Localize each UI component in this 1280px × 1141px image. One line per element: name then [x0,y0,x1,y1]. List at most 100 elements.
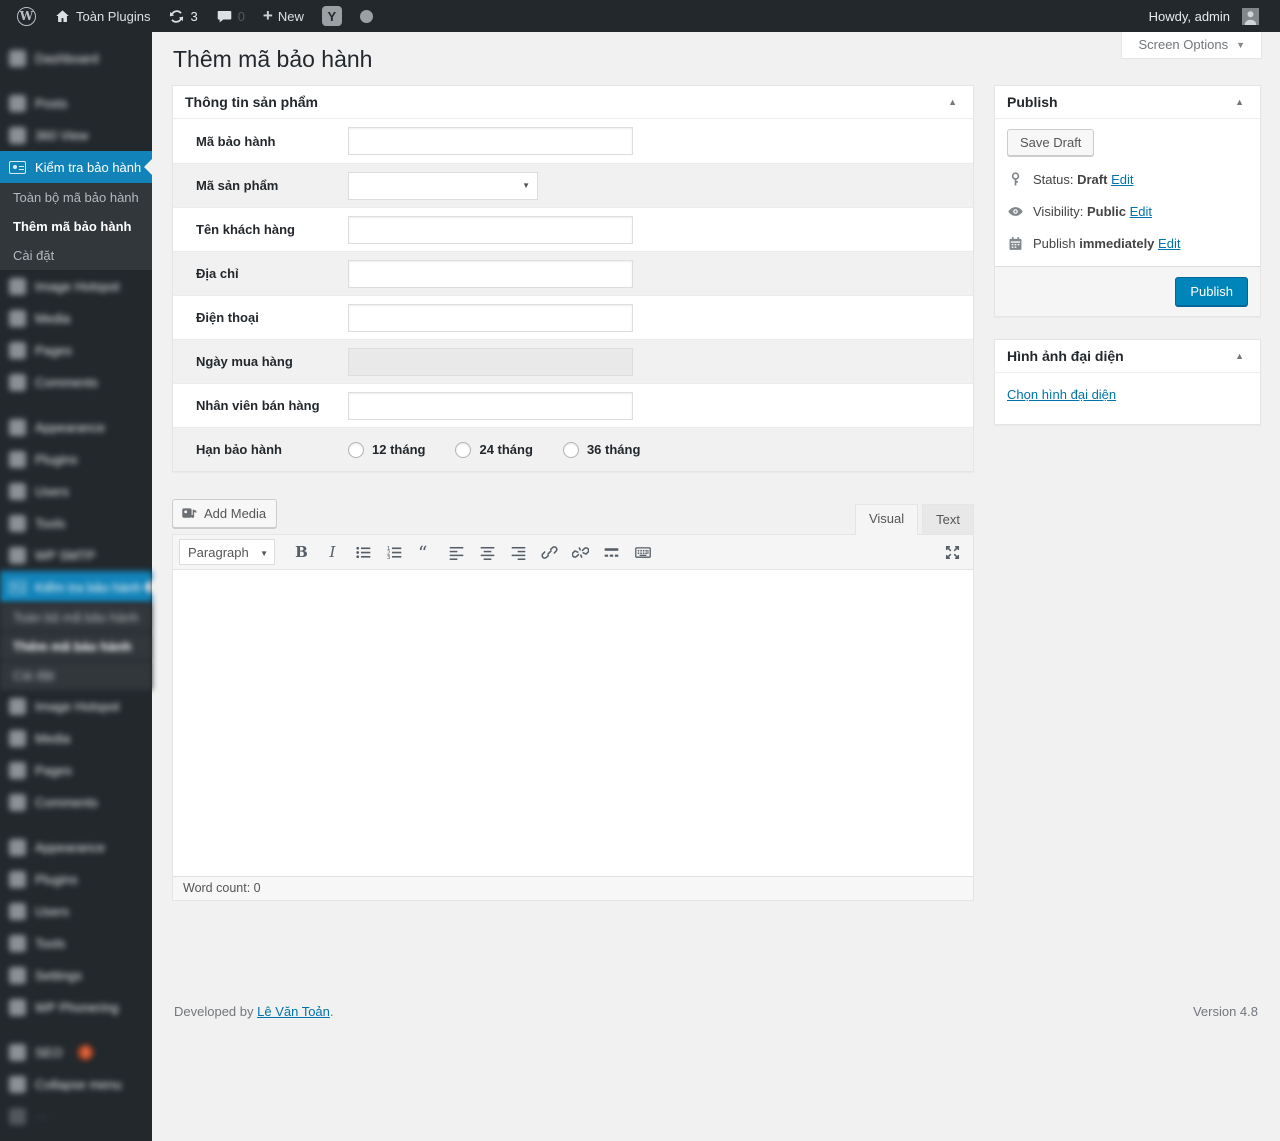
sidebar: Dashboard Posts 360 View Kiểm tra bảo hà… [0,32,152,1141]
updates-menu[interactable]: 3 [159,0,206,32]
sidebar-item[interactable]: Toàn bộ mã bảo hành [0,183,152,212]
read-more-tag-button[interactable] [597,539,626,565]
bullet-list-button[interactable] [349,539,378,565]
customer-name-input[interactable] [348,216,633,244]
notification-dot-menu[interactable] [351,0,382,32]
sidebar-item-label: Tools [35,516,65,531]
sidebar-item[interactable]: Plugins [0,863,152,895]
sidebar-item[interactable]: Kiểm tra bảo hành [0,571,152,603]
radio-icon [563,442,579,458]
sidebar-item[interactable]: Plugins [0,443,152,475]
align-right-button[interactable] [504,539,533,565]
sidebar-item-label: Comments [35,795,98,810]
warranty-code-input[interactable] [348,127,633,155]
toolbar-toggle-button[interactable] [628,539,657,565]
sidebar-item[interactable]: Thêm mã bảo hành [0,212,152,241]
sidebar-item[interactable]: Users [0,475,152,507]
tab-visual[interactable]: Visual [855,504,918,535]
tab-text[interactable]: Text [922,504,974,534]
collapse-toggle-button[interactable]: ▲ [944,95,961,109]
publish-button[interactable]: Publish [1175,277,1248,306]
yoast-seo-menu[interactable]: Y [313,0,351,32]
wordpress-logo-menu[interactable]: W [8,0,45,32]
choose-featured-image-link[interactable]: Chọn hình đại diện [1007,387,1116,402]
svg-text:“: “ [418,544,428,561]
sidebar-item-label: Tools [35,936,65,951]
sidebar-item[interactable]: Media [0,722,152,754]
editor-content-area[interactable] [173,570,973,876]
sidebar-item-label: Kiểm tra bảo hành [35,580,141,595]
save-draft-button[interactable]: Save Draft [1007,129,1094,156]
collapse-toggle-button[interactable]: ▲ [1231,95,1248,109]
collapse-toggle-button[interactable]: ▲ [1231,349,1248,363]
sidebar-item[interactable]: WP SMTP [0,539,152,571]
edit-visibility-link[interactable]: Edit [1130,204,1152,219]
sidebar-item-label: ··· [35,1109,48,1124]
sidebar-item-label: Comments [35,375,98,390]
email-icon [9,547,26,564]
sidebar-item[interactable]: Users [0,895,152,927]
sidebar-item[interactable]: Comments [0,366,152,398]
purchase-date-input[interactable] [348,348,633,376]
align-center-button[interactable] [473,539,502,565]
sidebar-item[interactable]: ··· [0,1100,152,1132]
screen-options-tab[interactable]: Screen Options ▼ [1121,32,1262,59]
align-left-button[interactable] [442,539,471,565]
publish-box: Publish ▲ Save Draft Status: Draft Edit … [994,85,1261,317]
sidebar-item[interactable]: Image Hotspot [0,270,152,302]
comments-icon [9,794,26,811]
sidebar-item-label: SEO [35,1045,62,1060]
product-code-select[interactable]: ▼ [348,172,538,200]
insert-link-button[interactable] [535,539,564,565]
edit-status-link[interactable]: Edit [1111,172,1133,187]
paragraph-format-select[interactable]: Paragraph ▼ [179,539,275,565]
yoast-icon: Y [322,6,342,26]
sidebar-item[interactable]: Cài đặt [0,241,152,270]
phone-input[interactable] [348,304,633,332]
sidebar-item[interactable]: Settings [0,959,152,991]
sidebar-item[interactable]: Media [0,302,152,334]
sidebar-item[interactable]: Appearance [0,831,152,863]
sidebar-item[interactable]: Cài đặt [0,661,152,690]
sidebar-item[interactable]: Posts [0,87,152,119]
author-link[interactable]: Lê Văn Toản [257,1004,330,1019]
sidebar-item[interactable]: Dashboard [0,42,152,74]
address-input[interactable] [348,260,633,288]
align-left-icon [448,544,465,561]
sidebar-item[interactable]: 360 View [0,119,152,151]
sidebar-item[interactable]: Pages [0,334,152,366]
sidebar-item[interactable]: Tools [0,927,152,959]
sidebar-item[interactable]: SEO 1 [0,1036,152,1068]
sidebar-item[interactable]: WP Phonering [0,991,152,1023]
sidebar-item[interactable]: Toàn bộ mã bảo hành [0,603,152,632]
sidebar-item-label: Image Hotspot [35,699,120,714]
sidebar-item[interactable]: Collapse menu [0,1068,152,1100]
account-menu[interactable]: Howdy, admin [1140,0,1268,32]
sidebar-item[interactable]: Appearance [0,411,152,443]
warranty-36-months-radio[interactable]: 36 tháng [563,442,640,458]
sidebar-item[interactable]: Thêm mã bảo hành [0,632,152,661]
footer-version: Version 4.8 [1193,1004,1258,1019]
fullscreen-button[interactable] [938,539,967,565]
updates-count: 3 [190,9,197,24]
remove-link-button[interactable] [566,539,595,565]
sidebar-item[interactable]: Comments [0,786,152,818]
site-name-menu[interactable]: Toàn Plugins [45,0,159,32]
warranty-24-months-radio[interactable]: 24 tháng [455,442,532,458]
new-content-menu[interactable]: + New [254,0,313,32]
sidebar-item[interactable]: Image Hotspot [0,690,152,722]
edit-schedule-link[interactable]: Edit [1158,236,1180,251]
comments-menu[interactable]: 0 [207,0,254,32]
blockquote-button[interactable]: “ [411,539,440,565]
sidebar-item[interactable]: Tools [0,507,152,539]
numbered-list-button[interactable]: 123 [380,539,409,565]
sidebar-item[interactable]: Pages [0,754,152,786]
form-row: Địa chỉ [173,251,973,295]
add-media-button[interactable]: Add Media [172,499,277,528]
salesperson-input[interactable] [348,392,633,420]
warranty-12-months-radio[interactable]: 12 tháng [348,442,425,458]
bold-button[interactable]: B [287,539,316,565]
italic-button[interactable]: I [318,539,347,565]
sidebar-item[interactable]: Kiểm tra bảo hành [0,151,152,183]
sidebar-item [0,398,152,411]
